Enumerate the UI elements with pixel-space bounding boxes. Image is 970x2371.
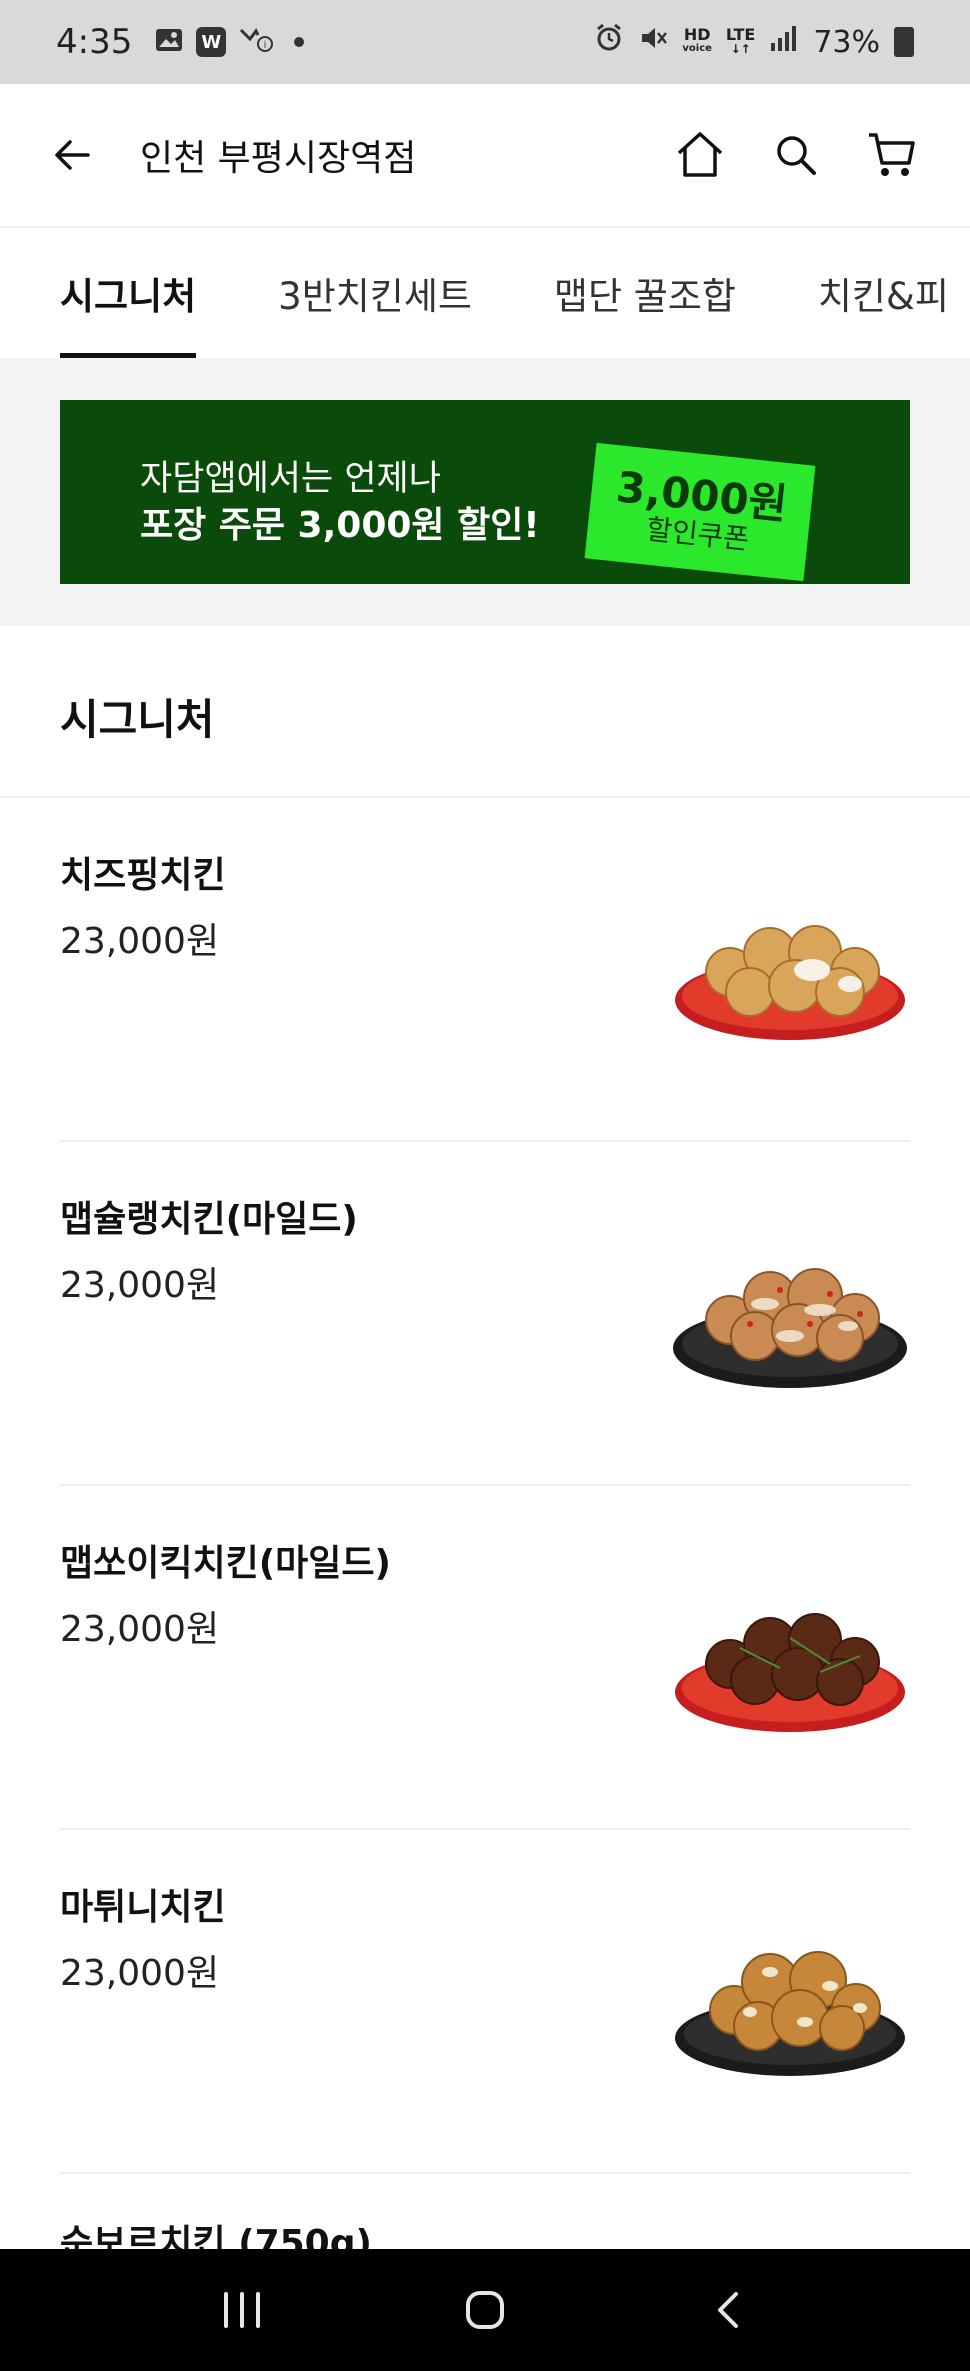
- cart-icon: [869, 133, 915, 176]
- menu-item-name: 맵슐랭치킨(마일드): [60, 1199, 358, 1240]
- banner-area: 자담앱에서는 언제나 포장 주문 3,000원 할인! 3,000원 할인쿠폰: [0, 358, 970, 626]
- voice-label: voice: [682, 43, 712, 54]
- garlic-chicken-photo: [675, 1951, 905, 2076]
- cheese-chicken-photo: [675, 925, 905, 1040]
- banner-line1: 자담앱에서는 언제나: [140, 459, 441, 499]
- header-actions: [672, 127, 920, 183]
- signal-icon: [769, 23, 799, 61]
- hd-label: HD: [683, 25, 711, 44]
- menu-item[interactable]: 치즈핑치킨 23,000원: [60, 798, 910, 1142]
- battery-icon: [894, 27, 914, 57]
- notification-dot-icon: [294, 37, 305, 47]
- lte-arrows: ↓↑: [730, 42, 751, 56]
- menu-item[interactable]: 맵쏘이킥치킨(마일드) 23,000원: [60, 1486, 910, 1830]
- spicy-sauce-chicken-photo: [673, 1268, 907, 1388]
- tab-chicken-pizza[interactable]: 치킨&피: [818, 228, 949, 358]
- menu-item-price: 23,000원: [60, 921, 220, 962]
- missed-call-icon: i: [238, 25, 274, 59]
- system-nav-bar: [0, 2249, 970, 2371]
- status-time: 4:35: [56, 22, 133, 62]
- alarm-icon: [594, 23, 624, 61]
- hd-voice-icon: HD voice: [682, 25, 712, 56]
- menu-item-name: 마튀니치킨: [60, 1887, 226, 1928]
- promo-banner[interactable]: 자담앱에서는 언제나 포장 주문 3,000원 할인! 3,000원 할인쿠폰: [60, 400, 910, 584]
- tab-3half-set[interactable]: 3반치킨세트: [278, 228, 472, 358]
- app-header: 인천 부평시장역점: [0, 84, 970, 228]
- search-icon: [777, 136, 816, 175]
- search-button[interactable]: [768, 127, 824, 183]
- coupon-ticket: 3,000원 할인쿠폰: [584, 442, 816, 582]
- category-tabs: 시그니처 3반치킨세트 맵단 꿀조합 치킨&피: [0, 228, 970, 358]
- menu-item[interactable]: 마튀니치킨 23,000원: [60, 1830, 910, 2174]
- home-nav-button[interactable]: [445, 2270, 525, 2350]
- status-bar: 4:35 W i HD voice LTE ↓↑ 73%: [0, 0, 970, 84]
- mute-icon: [638, 23, 668, 61]
- menu-item-name: 맵쏘이킥치킨(마일드): [60, 1543, 391, 1584]
- lte-label: LTE: [725, 25, 756, 44]
- menu-item-price: 23,000원: [60, 1609, 220, 1650]
- home-button[interactable]: [672, 127, 728, 183]
- tab-signature[interactable]: 시그니처: [60, 228, 197, 358]
- menu-item-price: 23,000원: [60, 1265, 220, 1306]
- menu-item-divider: [60, 2172, 910, 2174]
- cart-button[interactable]: [864, 127, 920, 183]
- store-name: 인천 부평시장역점: [140, 138, 417, 179]
- status-right-icons: HD voice LTE ↓↑ 73%: [594, 23, 914, 61]
- banner-line2: 포장 주문 3,000원 할인!: [140, 505, 540, 546]
- back-chevron-icon: [718, 2292, 739, 2328]
- tab-sweet-spicy[interactable]: 맵단 꿀조합: [554, 228, 736, 358]
- menu-item-price: 23,000원: [60, 1953, 220, 1994]
- w-app-icon: W: [196, 27, 227, 57]
- svg-text:i: i: [264, 40, 267, 51]
- menu-item[interactable]: 맵슐랭치킨(마일드) 23,000원: [60, 1142, 910, 1486]
- battery-percent: 73%: [813, 24, 880, 60]
- recent-apps-icon: [223, 2292, 260, 2328]
- back-button[interactable]: [50, 133, 94, 177]
- soy-chicken-photo: [675, 1613, 905, 1732]
- home-circle-icon: [465, 2291, 504, 2329]
- back-arrow-icon: [55, 140, 90, 170]
- home-icon: [677, 132, 723, 177]
- menu-item-name: 치즈핑치킨: [60, 855, 226, 896]
- back-nav-button[interactable]: [688, 2270, 768, 2350]
- section-title: 시그니처: [60, 695, 215, 744]
- status-left-icons: W i: [154, 25, 305, 59]
- gallery-icon: [154, 25, 184, 59]
- lte-icon: LTE ↓↑: [725, 25, 756, 57]
- recent-apps-button[interactable]: [202, 2270, 282, 2350]
